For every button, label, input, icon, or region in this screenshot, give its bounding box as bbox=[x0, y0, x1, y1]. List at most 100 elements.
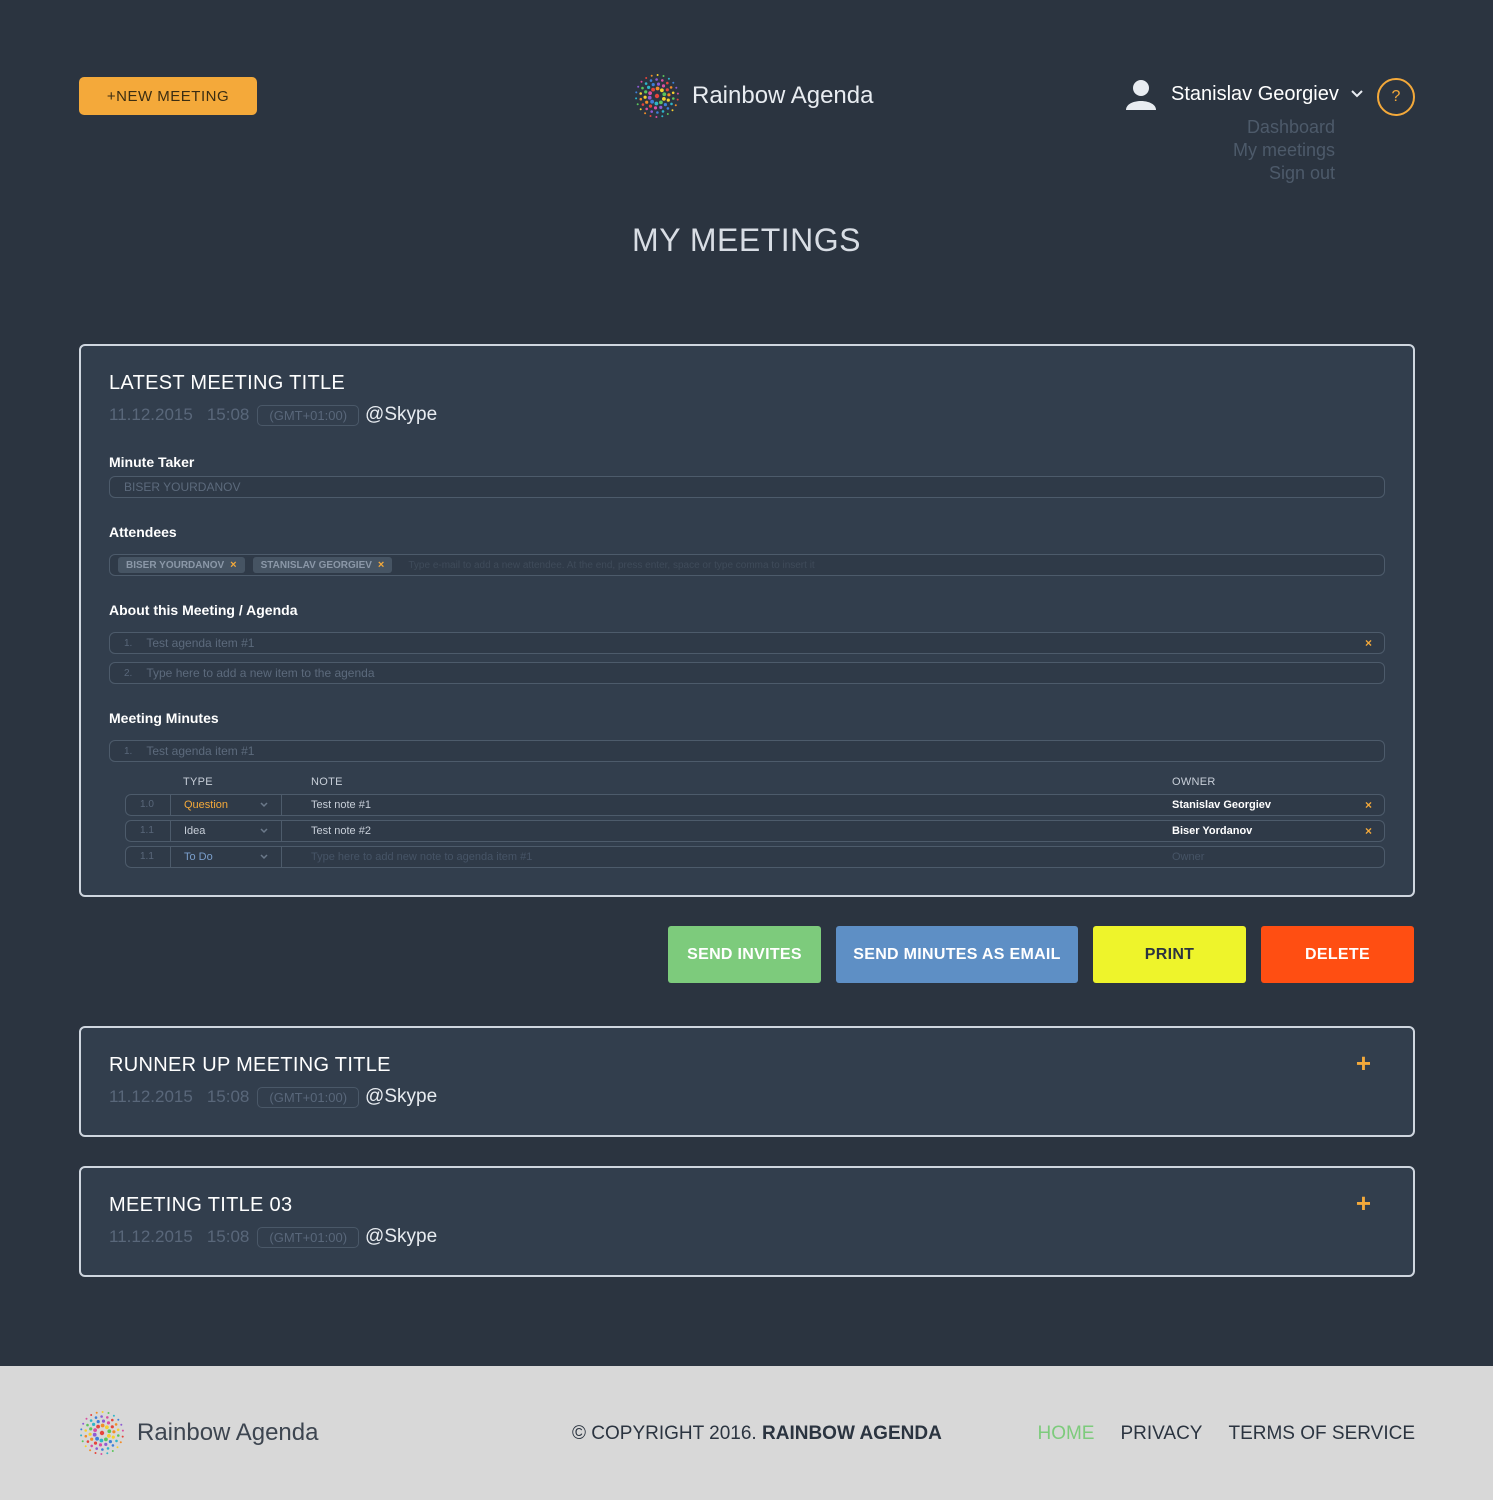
minutes-header-owner: OWNER bbox=[1172, 776, 1216, 788]
logo-dot bbox=[669, 86, 673, 89]
logo-dot bbox=[116, 1446, 119, 1449]
minute-taker-field[interactable]: BISER YOURDANOV bbox=[109, 476, 1385, 498]
logo-dot bbox=[648, 104, 653, 108]
minutes-agenda-item[interactable]: 1. Test agenda item #1 bbox=[109, 740, 1385, 762]
delete-button[interactable]: DELETE bbox=[1261, 926, 1414, 983]
user-menu-toggle[interactable]: Stanislav Georgiev bbox=[1125, 78, 1363, 110]
attendees-field[interactable]: BISER YOURDANOV × STANISLAV GEORGIEV × Typ… bbox=[109, 554, 1385, 576]
send-minutes-email-button[interactable]: SEND MINUTES AS EMAIL bbox=[836, 926, 1078, 983]
logo-dot bbox=[672, 97, 675, 100]
minutes-new-note-input[interactable]: Type here to add new note to agenda item… bbox=[311, 851, 532, 863]
logo-dot bbox=[645, 100, 649, 104]
minutes-type-select[interactable]: Idea bbox=[184, 825, 205, 837]
logo-dot bbox=[676, 92, 679, 95]
meeting-title: MEETING TITLE 03 bbox=[109, 1194, 293, 1216]
print-button[interactable]: PRINT bbox=[1093, 926, 1246, 983]
minute-taker-label: Minute Taker bbox=[109, 454, 195, 470]
logo-dot bbox=[671, 91, 675, 95]
minutes-owner[interactable]: Stanislav Georgiev bbox=[1172, 799, 1271, 811]
meeting-location: @Skype bbox=[365, 1226, 438, 1247]
remove-agenda-item-icon[interactable]: × bbox=[1365, 636, 1372, 650]
brand-name: Rainbow Agenda bbox=[692, 82, 874, 109]
logo-dot bbox=[81, 1440, 84, 1443]
chevron-down-icon[interactable] bbox=[259, 824, 269, 838]
footer-link-terms[interactable]: TERMS OF SERVICE bbox=[1228, 1423, 1415, 1445]
logo-dot bbox=[662, 97, 666, 101]
footer-brand-name: Rainbow Agenda bbox=[137, 1419, 319, 1446]
menu-item-my-meetings[interactable]: My meetings bbox=[1233, 139, 1335, 162]
logo-dot bbox=[117, 1418, 120, 1421]
brand-logo[interactable]: Rainbow Agenda bbox=[634, 73, 873, 119]
logo-dot bbox=[119, 1441, 122, 1444]
minutes-note[interactable]: Test note #2 bbox=[311, 825, 371, 837]
minutes-note[interactable]: Test note #1 bbox=[311, 799, 371, 811]
logo-dot bbox=[100, 1415, 103, 1418]
help-button[interactable]: ? bbox=[1377, 78, 1415, 116]
menu-item-sign-out[interactable]: Sign out bbox=[1233, 162, 1335, 185]
chevron-down-icon[interactable] bbox=[259, 798, 269, 812]
menu-item-dashboard[interactable]: Dashboard bbox=[1233, 116, 1335, 139]
meeting-card-collapsed[interactable]: RUNNER UP MEETING TITLE 11.12.2015 15:08… bbox=[79, 1026, 1415, 1137]
minutes-type-select[interactable]: Question bbox=[184, 799, 228, 811]
logo-dot bbox=[641, 86, 644, 90]
logo-dot bbox=[651, 83, 655, 87]
logo-dot bbox=[121, 1435, 124, 1438]
agenda-item[interactable]: 1. Test agenda item #1 × bbox=[109, 632, 1385, 654]
logo-dot bbox=[90, 1437, 94, 1441]
logo-dot bbox=[101, 1411, 104, 1413]
logo-dot bbox=[645, 107, 648, 111]
minutes-type-select[interactable]: To Do bbox=[184, 851, 213, 863]
chevron-down-icon bbox=[1351, 90, 1363, 98]
logo-dot bbox=[115, 1439, 118, 1443]
remove-attendee-icon[interactable]: × bbox=[230, 559, 236, 571]
logo-dot bbox=[662, 75, 665, 77]
logo-dot bbox=[667, 93, 671, 97]
footer-links: HOME PRIVACY TERMS OF SERVICE bbox=[1037, 1423, 1415, 1445]
agenda-label: About this Meeting / Agenda bbox=[109, 602, 298, 618]
user-name: Stanislav Georgiev bbox=[1171, 82, 1339, 105]
logo-dot bbox=[656, 82, 661, 86]
remove-note-icon[interactable]: × bbox=[1365, 798, 1372, 812]
meeting-title: RUNNER UP MEETING TITLE bbox=[109, 1054, 391, 1076]
footer-brand[interactable]: Rainbow Agenda bbox=[79, 1410, 318, 1456]
logo-dot bbox=[655, 78, 658, 81]
logo-dot bbox=[98, 1443, 103, 1447]
agenda-new-item-input[interactable]: 2. Type here to add a new item to the ag… bbox=[109, 662, 1385, 684]
logo-dot bbox=[121, 1429, 124, 1432]
meeting-time: 15:08 bbox=[206, 405, 250, 424]
logo-dot bbox=[655, 116, 658, 118]
send-invites-button[interactable]: SEND INVITES bbox=[668, 926, 821, 983]
logo-dot bbox=[94, 1416, 98, 1419]
logo-dot bbox=[112, 1430, 116, 1434]
footer-link-privacy[interactable]: PRIVACY bbox=[1120, 1423, 1202, 1445]
meeting-date: 11.12.2015 bbox=[109, 405, 193, 424]
logo-dot bbox=[101, 1419, 106, 1423]
logo-dot bbox=[674, 104, 677, 107]
logo-dot bbox=[106, 1421, 111, 1425]
meeting-card-collapsed[interactable]: MEETING TITLE 03 11.12.2015 15:08 (GMT+0… bbox=[79, 1166, 1415, 1277]
meeting-timezone: (GMT+01:00) bbox=[257, 1086, 360, 1108]
meeting-time: 15:08 bbox=[206, 1227, 250, 1246]
logo-dot bbox=[666, 107, 670, 110]
remove-attendee-icon[interactable]: × bbox=[378, 559, 384, 571]
meeting-meta: 11.12.2015 15:08 (GMT+01:00) @Skype bbox=[109, 1226, 437, 1248]
minutes-owner-input[interactable]: Owner bbox=[1172, 851, 1204, 863]
footer-link-home[interactable]: HOME bbox=[1037, 1423, 1094, 1445]
attendee-tag-label: STANISLAV GEORGIEV bbox=[260, 559, 372, 571]
logo-dot bbox=[89, 1419, 93, 1422]
logo-dot bbox=[644, 90, 648, 94]
logo-dot bbox=[650, 74, 653, 77]
expand-plus-icon[interactable]: + bbox=[1356, 1048, 1371, 1079]
chevron-down-icon[interactable] bbox=[259, 850, 269, 864]
expand-plus-icon[interactable]: + bbox=[1356, 1188, 1371, 1219]
copyright-brand: RAINBOW AGENDA bbox=[762, 1423, 942, 1444]
minutes-item-number: 1. bbox=[124, 745, 133, 757]
logo-dot bbox=[107, 1434, 111, 1438]
remove-note-icon[interactable]: × bbox=[1365, 824, 1372, 838]
logo-dot bbox=[660, 88, 664, 93]
new-meeting-button[interactable]: +NEW MEETING bbox=[79, 77, 257, 115]
logo-dot bbox=[117, 1434, 120, 1437]
logo-dot bbox=[104, 1442, 108, 1446]
logo-dot bbox=[644, 82, 648, 85]
minutes-owner[interactable]: Biser Yordanov bbox=[1172, 825, 1252, 837]
